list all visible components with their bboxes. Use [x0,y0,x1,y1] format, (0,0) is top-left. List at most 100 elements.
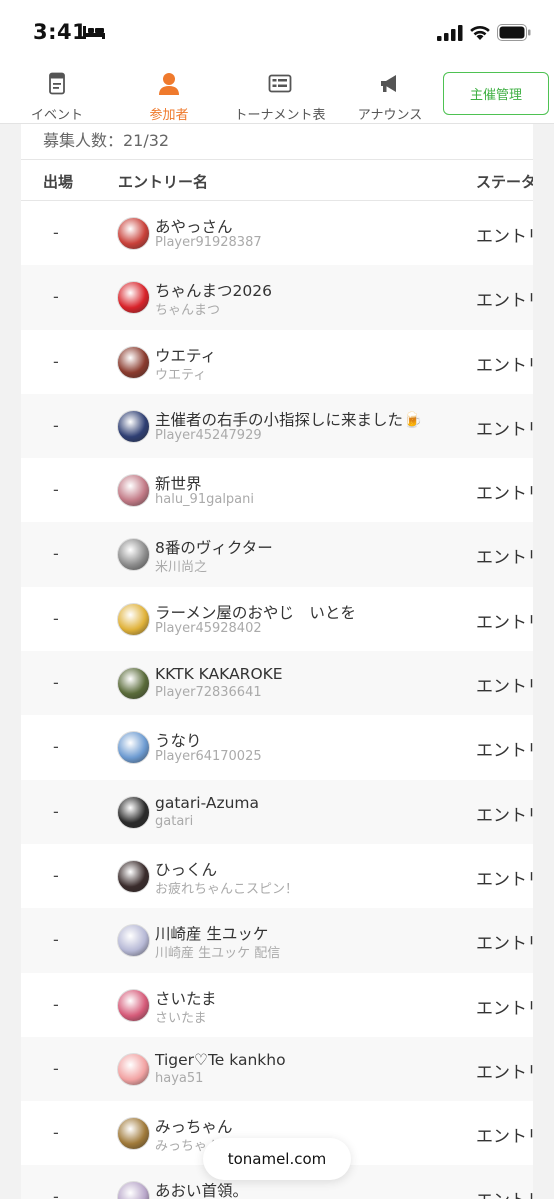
bracket-icon [268,74,292,93]
table-row[interactable]: - 8番のヴィクター米川尚之 エントリー [21,522,533,587]
status-bar: 3:41 [0,0,554,66]
tab-bar: イベント 参加者 トーナメント表 アナウンス 主催管理 [0,66,554,124]
entry-name[interactable]: あやっさん [155,215,233,237]
table-row[interactable]: - 川崎産 生ユッケ川崎産 生ユッケ 配信 エントリー [21,908,533,973]
entry-status: エントリー [476,291,533,312]
tab-bracket[interactable]: トーナメント表 [228,72,332,123]
entry-status: エントリー [476,227,533,247]
avatar [117,474,150,508]
entry-name[interactable]: 新世界 [155,472,202,494]
document-icon [49,72,65,95]
table-row[interactable]: - KKTK KAKAROKE Player72836641 エントリー [21,651,533,716]
recruit-count: 募集人数：21/32 [21,124,533,160]
avatar [117,859,150,893]
avatar [117,538,150,572]
entry-username: haya51 [155,1070,204,1086]
table-row[interactable]: - 新世界halu_91galpani エントリー [21,458,533,522]
participants-panel: 募集人数：21/32 出場 エントリー名 ステータス - あやっさんPlayer9… [21,124,533,1199]
play-status: - [53,737,59,757]
tab-participants-label: 参加者 [149,108,189,123]
avatar [117,667,150,701]
avatar [117,731,150,765]
entry-username: 米川尚之 [155,560,208,576]
entry-status: エントリー [476,1062,533,1083]
entry-status: エントリー [476,548,533,569]
play-status: - [53,994,59,1014]
table-row[interactable]: - あやっさんPlayer91928387 エントリー [21,201,533,265]
entry-username: さいたま [155,1010,207,1026]
entry-username: ちゃんまつ [155,303,221,319]
entry-status: エントリー [476,1127,533,1148]
tab-announce-label: アナウンス [357,108,423,123]
tab-event[interactable]: イベント [28,72,86,123]
entry-name[interactable]: gatari-Azuma [155,794,259,812]
entry-name[interactable]: みっちゃん [155,1115,233,1137]
avatar [117,345,150,379]
entry-status: エントリー [476,741,533,762]
entry-name[interactable]: うなり [155,729,202,751]
entry-username: Player64170025 [155,749,262,765]
entry-name[interactable]: 主催者の右手の小指探しに来ました🍺 [155,408,422,430]
entry-status: エントリー [476,934,533,955]
entry-status: エントリー [476,677,533,698]
header-entry-name: エントリー名 [118,173,209,191]
entry-name[interactable]: ウエティ [155,344,216,366]
play-status: - [53,1058,59,1078]
entry-name[interactable]: KKTK KAKAROKE [155,665,283,683]
organizer-manage-button[interactable]: 主催管理 [443,72,549,115]
play-status: - [53,1187,59,1199]
table-row[interactable]: - Tiger♡Te kankhohaya51 エントリー [21,1036,533,1102]
entry-username: Player72836641 [155,685,262,701]
entry-status: エントリー [476,419,533,440]
entry-name[interactable]: 川崎産 生ユッケ [155,922,268,944]
table-row[interactable]: - ちゃんまつ2026 ちゃんまつ エントリー [21,265,533,330]
entry-name[interactable]: Tiger♡Te kankho [155,1051,286,1069]
entry-status: エントリー [476,484,533,505]
table-row[interactable]: - ひっくんお疲れちゃんこスピン！ エントリー [21,844,533,908]
site-url-pill[interactable]: tonamel.com [203,1138,351,1180]
entry-username: お疲れちゃんこスピン！ [155,881,299,897]
avatar [117,281,150,315]
play-status: - [53,865,59,885]
entry-username: Player45928402 [155,620,262,636]
person-icon [159,73,179,95]
avatar [117,1052,150,1086]
entry-name[interactable]: 8番のヴィクター [155,536,273,558]
play-status: - [53,415,59,435]
play-status: - [53,1123,59,1143]
megaphone-icon [381,75,396,92]
tab-event-label: イベント [30,108,83,123]
table-row[interactable]: -さいたまさいたまエントリー [21,973,533,1037]
table-row[interactable]: - うなりPlayer64170025 エントリー [21,715,533,779]
header-play: 出場 [43,173,74,191]
table-row[interactable]: -ウエティウエティエントリー [21,330,533,394]
tab-bracket-label: トーナメント表 [234,108,326,123]
entry-name[interactable]: あおい首領。 [155,1179,248,1199]
play-status: - [53,608,59,628]
header-status: ステータス [476,173,533,191]
entry-username: 川崎産 生ユッケ 配信 [155,946,281,962]
entry-name[interactable]: ラーメン屋のおやじ いとを [155,601,356,623]
play-status: - [53,544,59,564]
play-status: - [53,351,59,371]
table-row[interactable]: - 主催者の右手の小指探しに来ました🍺Player45247929 エントリー [21,393,533,459]
status-time: 3:41 [33,20,88,44]
tab-announce[interactable]: アナウンス [352,72,428,123]
avatar [117,795,150,829]
avatar [117,924,150,958]
play-status: - [53,801,59,821]
avatar [117,217,150,250]
avatar [117,988,150,1022]
entry-username: halu_91galpani [155,492,254,508]
table-row[interactable]: - ラーメン屋のおやじ いとをPlayer45928402 エントリー [21,587,533,651]
entry-name[interactable]: さいたま [155,987,217,1009]
entry-name[interactable]: ひっくん [155,858,217,880]
entry-status: エントリー [476,998,533,1019]
entry-username: ウエティ [155,367,207,383]
entry-name[interactable]: ちゃんまつ2026 [155,279,272,301]
play-status: - [53,287,59,307]
tab-participants[interactable]: 参加者 [137,72,201,123]
entry-status: エントリー [476,612,533,633]
participant-list: - あやっさんPlayer91928387 エントリー - ちゃんまつ2026 ちゃんまつ… [21,201,533,1199]
table-row[interactable]: - gatari-Azumagatari エントリー [21,779,533,844]
